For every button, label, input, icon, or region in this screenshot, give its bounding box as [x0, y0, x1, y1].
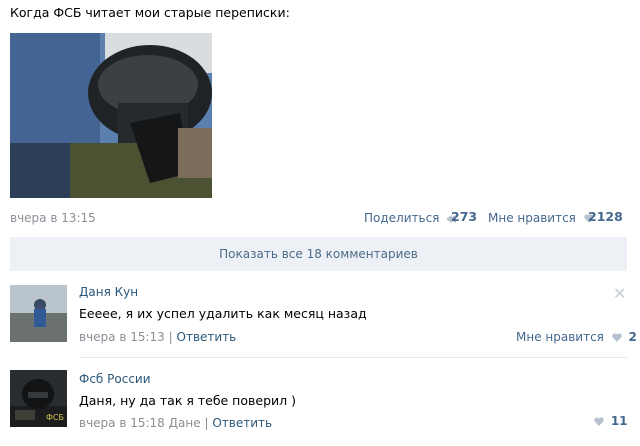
meta-separator: | [204, 416, 209, 430]
comment-time[interactable]: вчера в 15:13 [79, 330, 165, 344]
meta-separator: | [168, 330, 173, 344]
like-count: 2128 [588, 209, 623, 224]
avatar[interactable] [10, 285, 67, 342]
reply-button[interactable]: Ответить [212, 416, 272, 430]
comment-text: Даня, ну да так я тебе поверил ) [79, 393, 296, 408]
show-all-comments-button[interactable]: Показать все 18 комментариев [10, 237, 627, 271]
comment-author[interactable]: Даня Кун [79, 285, 138, 299]
post-image[interactable] [10, 33, 212, 198]
heart-icon [612, 333, 622, 342]
comment-text: Ееeee, я их успел удалить как месяц наза… [79, 306, 367, 321]
close-icon[interactable]: ✕ [613, 284, 626, 303]
like-count: 11 [610, 414, 628, 428]
comment-like-button[interactable]: 11 [590, 414, 628, 428]
share-button[interactable]: Поделиться [364, 211, 457, 225]
comment-time[interactable]: вчера в 15:18 [79, 416, 165, 430]
comment-like-button[interactable]: Мне нравится 2 [516, 330, 637, 344]
comment-author[interactable]: Фсб России [79, 372, 151, 386]
like-label: Мне нравится [516, 330, 604, 344]
comment-meta: вчера в 15:18 Дане | Ответить [79, 416, 272, 430]
avatar-badge: ФСБ [46, 413, 64, 422]
avatar[interactable]: ФСБ [10, 370, 67, 427]
reply-button[interactable]: Ответить [177, 330, 237, 344]
like-count: 2 [628, 330, 637, 344]
comment-meta: вчера в 15:13 | Ответить [79, 330, 236, 344]
avatar-image [10, 285, 67, 342]
share-label: Поделиться [364, 211, 440, 225]
comment-addressee[interactable]: Дане [169, 416, 201, 430]
share-count: 273 [451, 209, 478, 224]
post-image-drawing [10, 33, 212, 198]
divider [79, 357, 627, 358]
avatar-image: ФСБ [10, 370, 67, 427]
like-label: Мне нравится [488, 211, 576, 225]
post-like-button[interactable]: Мне нравится [488, 211, 594, 225]
heart-icon [594, 417, 604, 426]
post-time[interactable]: вчера в 13:15 [10, 211, 96, 225]
post-text: Когда ФСБ читает мои старые переписки: [10, 5, 290, 20]
